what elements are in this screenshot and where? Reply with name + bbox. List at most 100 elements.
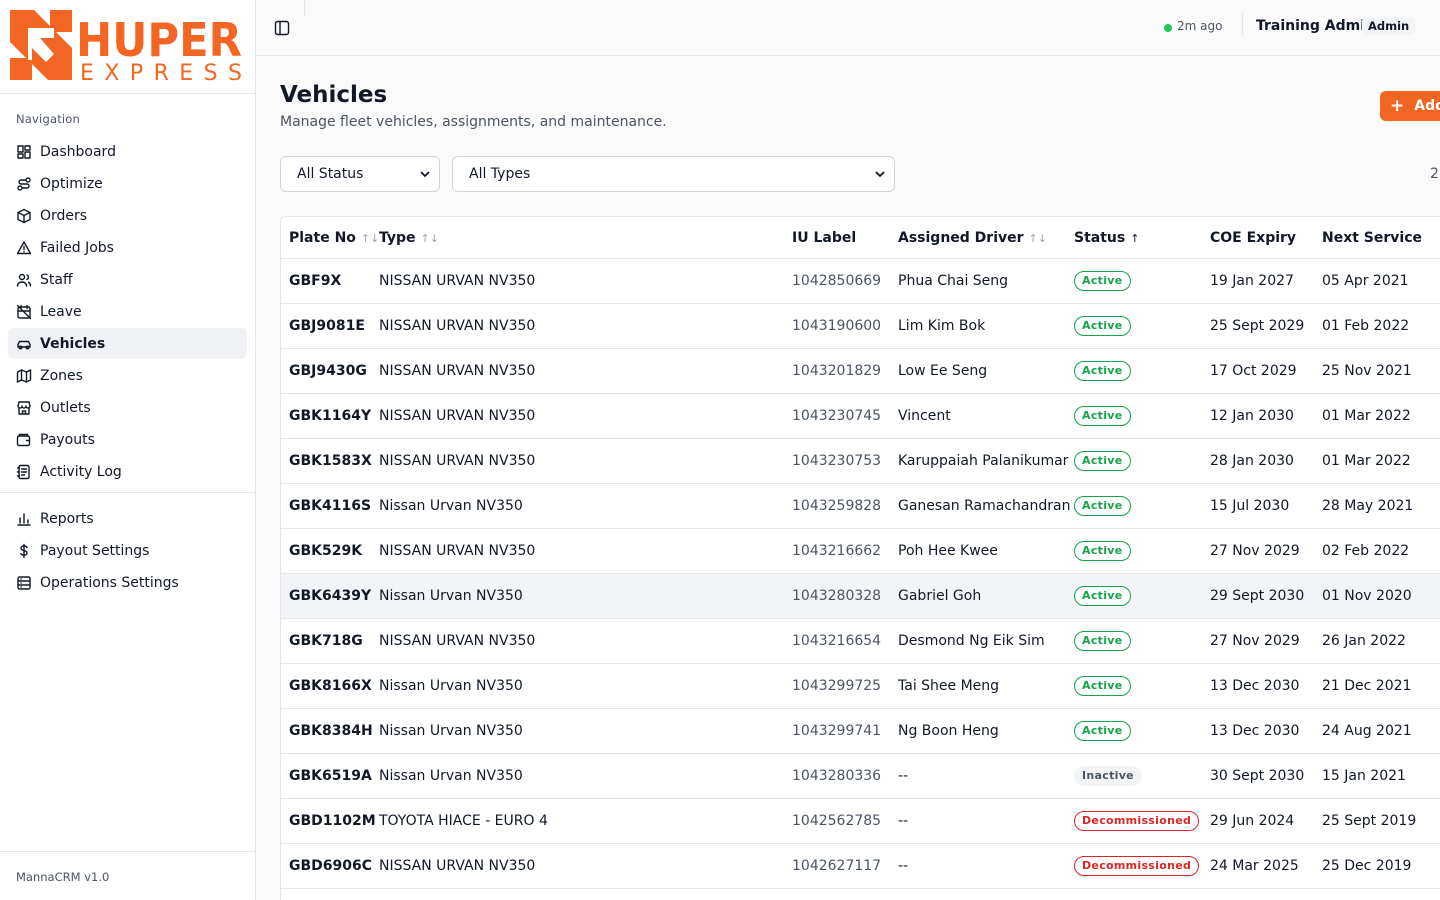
sidebar: HUPER EXPRESS Navigation Dashboard Optimi… xyxy=(0,0,256,900)
sidebar-item-orders[interactable]: Orders xyxy=(8,200,247,231)
sidebar-item-payouts[interactable]: Payouts xyxy=(8,424,247,455)
status-badge: Active xyxy=(1074,541,1131,561)
cell-coe: 13 Dec 2030 xyxy=(1210,678,1300,694)
car-icon xyxy=(16,336,32,352)
column-header-type[interactable]: Type ↑↓ xyxy=(379,230,439,246)
cell-driver: -- xyxy=(898,813,909,829)
column-header-status-label: Status xyxy=(1074,230,1126,246)
cell-plate: GBK1583X xyxy=(289,453,372,469)
table-row[interactable]: GBK1583X NISSAN URVAN NV350 1043230753 Karu… xyxy=(281,439,1440,484)
cell-iu: 1043299725 xyxy=(792,678,882,694)
cell-driver: Desmond Ng Eik Sim xyxy=(898,633,1045,649)
secondary-nav: Reports Payout Settings Operations Setting… xyxy=(0,497,255,598)
sidebar-item-outlets[interactable]: Outlets xyxy=(8,392,247,423)
status-badge: Inactive xyxy=(1074,766,1142,786)
table-row[interactable]: GBK6439Y Nissan Urvan NV350 1043280328 Gabr… xyxy=(281,574,1440,619)
cell-plate: GBK1164Y xyxy=(289,408,372,424)
table-row[interactable]: GBK1164Y NISSAN URVAN NV350 1043230745 Vinc… xyxy=(281,394,1440,439)
table-row[interactable]: GBD1102M TOYOTA HIACE - EURO 4 1042562785-… xyxy=(281,799,1440,844)
sidebar-item-label: Zones xyxy=(40,367,83,384)
cell-service: 15 Jan 2021 xyxy=(1322,768,1406,784)
huper-express-logo: HUPER EXPRESS xyxy=(10,10,242,82)
sort-icon: ↑↓ xyxy=(420,231,439,245)
cell-service: 21 Dec 2021 xyxy=(1322,678,1412,694)
cell-coe: 12 Jan 2030 xyxy=(1210,408,1294,424)
cell-iu: 1042627117 xyxy=(792,858,882,874)
cell-plate: GBD1102M xyxy=(289,813,376,829)
cell-iu: 1043280336 xyxy=(792,768,882,784)
cell-plate: GBK6439Y xyxy=(289,588,372,604)
column-header-plate-label: Plate No xyxy=(289,230,356,246)
table-row[interactable]: GBK529K NISSAN URVAN NV350 1043216662 Poh H… xyxy=(281,529,1440,574)
sidebar-item-label: Reports xyxy=(40,510,94,527)
cell-driver: Poh Hee Kwee xyxy=(898,543,998,559)
sidebar-item-optimize[interactable]: Optimize xyxy=(8,168,247,199)
sidebar-item-zones[interactable]: Zones xyxy=(8,360,247,391)
sidebar-item-activity-log[interactable]: Activity Log xyxy=(8,456,247,487)
cell-iu: 1043216662 xyxy=(792,543,882,559)
sidebar-item-operations-settings[interactable]: Operations Settings xyxy=(8,567,247,598)
table-row[interactable]: GBK8166X Nissan Urvan NV350 1043299725 Tai … xyxy=(281,664,1440,709)
cell-driver: Low Ee Seng xyxy=(898,363,988,379)
cell-coe: 15 Jul 2030 xyxy=(1210,498,1290,514)
cell-service: 28 May 2021 xyxy=(1322,498,1414,514)
cell-coe: 19 Jan 2027 xyxy=(1210,273,1294,289)
cell-coe: 29 Sept 2030 xyxy=(1210,588,1305,604)
sidebar-item-reports[interactable]: Reports xyxy=(8,503,247,534)
table-row[interactable]: GBJ9430G NISSAN URVAN NV350 1043201829 Low … xyxy=(281,349,1440,394)
cell-driver: -- xyxy=(898,768,909,784)
cell-coe: 25 Sept 2029 xyxy=(1210,318,1305,334)
add-vehicle-label: Add xyxy=(1414,98,1440,114)
top-header: 2m ago Training Admin Admin xyxy=(256,0,1440,56)
table-row[interactable]: GBK8384H Nissan Urvan NV350 1043299741 Ng B… xyxy=(281,709,1440,754)
sidebar-item-dashboard[interactable]: Dashboard xyxy=(8,136,247,167)
cell-type: NISSAN URVAN NV350 xyxy=(379,273,536,289)
type-filter-select[interactable]: All Types xyxy=(452,156,895,192)
grid-icon xyxy=(16,144,32,160)
cell-type: NISSAN URVAN NV350 xyxy=(379,408,536,424)
map-icon xyxy=(16,368,32,384)
route-icon xyxy=(16,176,32,192)
table-row[interactable]: GBK4116S Nissan Urvan NV350 1043259828 Gane… xyxy=(281,484,1440,529)
cell-plate: GBK8384H xyxy=(289,723,373,739)
users-icon xyxy=(16,272,32,288)
package-icon xyxy=(16,208,32,224)
table-row[interactable]: GBJ9081E NISSAN URVAN NV350 1043190600 Lim … xyxy=(281,304,1440,349)
sidebar-item-leave[interactable]: Leave xyxy=(8,296,247,327)
column-header-driver[interactable]: Assigned Driver ↑↓ xyxy=(898,230,1047,246)
table-row[interactable]: GBK718G NISSAN URVAN NV350 1043216654 Desmo… xyxy=(281,619,1440,664)
table-row[interactable]: GBF9X NISSAN URVAN NV350 1042850669 Phua Ch… xyxy=(281,259,1440,304)
status-filter-select[interactable]: All Status xyxy=(280,156,440,192)
table-row[interactable]: GBD6906C NISSAN URVAN NV350 1042627117 -- 24… xyxy=(281,844,1440,889)
status-badge: Active xyxy=(1074,676,1131,696)
cell-type: NISSAN URVAN NV350 xyxy=(379,363,536,379)
page-subtitle: Manage fleet vehicles, assignments, and … xyxy=(280,114,667,130)
sidebar-toggle-button[interactable] xyxy=(272,18,292,38)
sidebar-item-payout-settings[interactable]: Payout Settings xyxy=(8,535,247,566)
cell-service: 01 Mar 2022 xyxy=(1322,408,1411,424)
chevron-down-icon xyxy=(875,171,885,178)
cell-type: Nissan Urvan NV350 xyxy=(379,723,523,739)
type-filter-value: All Types xyxy=(469,166,531,182)
wallet-icon xyxy=(16,432,32,448)
cell-iu: 1043230745 xyxy=(792,408,882,424)
table-row[interactable]: GBK6519A Nissan Urvan NV350 1043280336 -- 30… xyxy=(281,754,1440,799)
cell-plate: GBK6519A xyxy=(289,768,372,784)
cell-driver: Karuppaiah Palanikumar xyxy=(898,453,1069,469)
cell-type: NISSAN URVAN NV350 xyxy=(379,543,536,559)
add-vehicle-button[interactable]: + Add xyxy=(1380,91,1440,121)
column-header-status[interactable]: Status ↑ xyxy=(1074,230,1139,246)
cell-service: 01 Mar 2022 xyxy=(1322,453,1411,469)
sidebar-item-failed-jobs[interactable]: Failed Jobs xyxy=(8,232,247,263)
sidebar-item-staff[interactable]: Staff xyxy=(8,264,247,295)
status-badge: Active xyxy=(1074,631,1131,651)
cell-driver: Lim Kim Bok xyxy=(898,318,986,334)
sidebar-item-label: Payout Settings xyxy=(40,542,150,559)
user-name[interactable]: Training Admin xyxy=(1256,18,1375,34)
cell-driver: Gabriel Goh xyxy=(898,588,982,604)
brand-logo[interactable]: HUPER EXPRESS xyxy=(0,0,255,94)
column-header-type-label: Type xyxy=(379,230,416,246)
column-header-plate[interactable]: Plate No ↑↓ xyxy=(289,230,379,246)
sidebar-item-vehicles[interactable]: Vehicles xyxy=(8,328,247,359)
cell-iu: 1043230753 xyxy=(792,453,882,469)
